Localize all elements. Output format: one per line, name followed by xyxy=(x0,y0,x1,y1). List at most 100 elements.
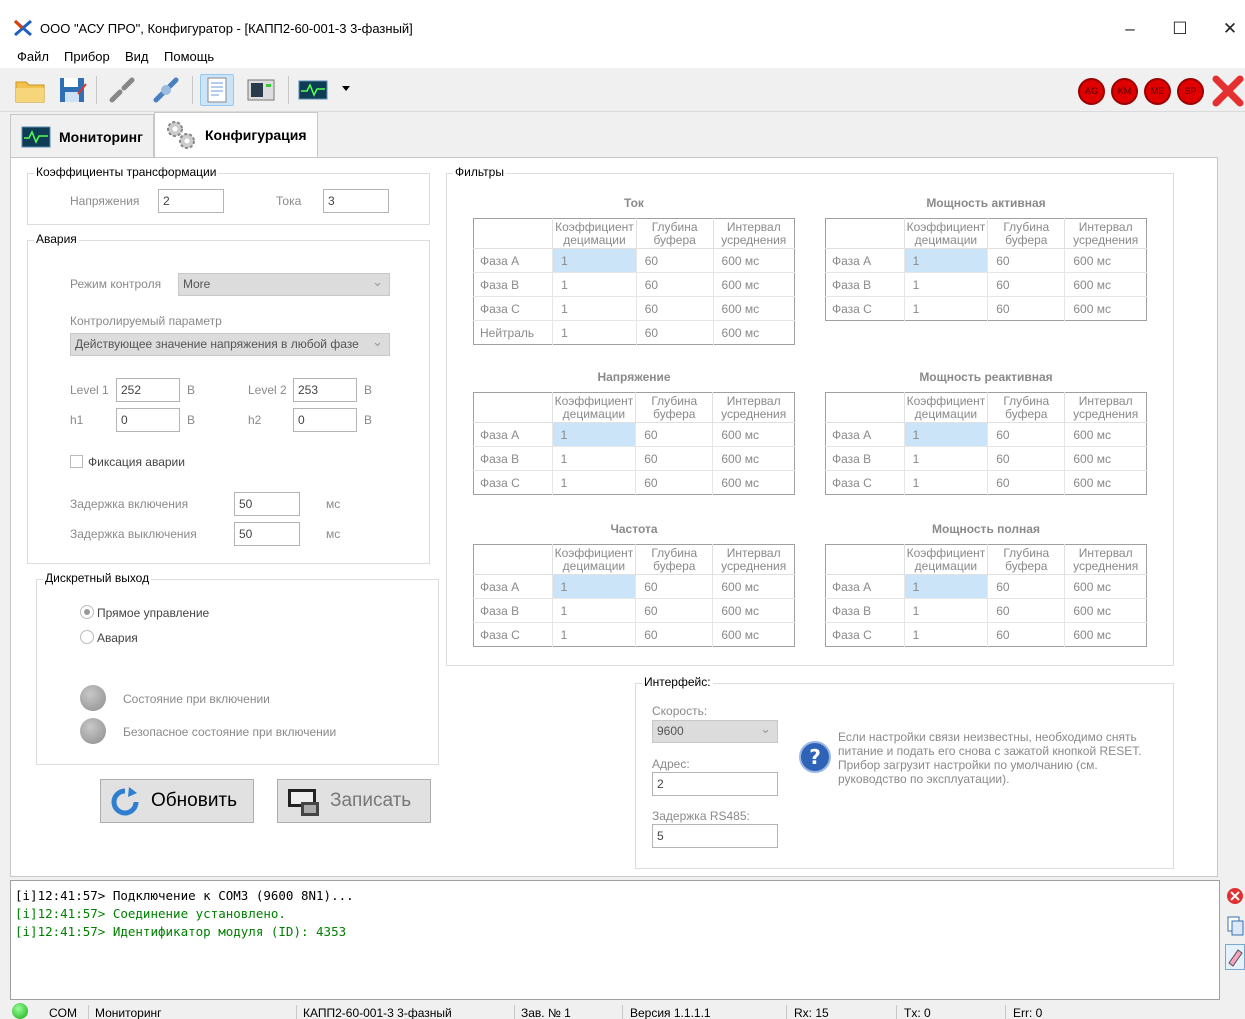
close-window-button[interactable]: ✕ xyxy=(1207,14,1245,44)
filter-interval-cell[interactable]: 600 мс xyxy=(1064,248,1147,273)
filter-decimation-cell[interactable]: 1 xyxy=(552,622,637,647)
write-button[interactable]: Записать xyxy=(277,779,431,823)
filter-interval-cell[interactable]: 600 мс xyxy=(1065,297,1147,321)
filter-depth-cell[interactable]: 60 xyxy=(635,598,714,623)
filter-interval-cell[interactable]: 600 мс xyxy=(1064,272,1147,297)
alarm-mode-radio[interactable] xyxy=(80,630,94,644)
filter-depth-cell[interactable]: 60 xyxy=(987,296,1066,321)
filter-depth-cell[interactable]: 60 xyxy=(987,422,1066,447)
menu-view[interactable]: Вид xyxy=(125,48,149,66)
filter-interval-cell[interactable]: 600 мс xyxy=(713,471,795,495)
filter-decimation-cell[interactable]: 1 xyxy=(904,574,989,599)
address-input[interactable]: 2 xyxy=(652,772,778,796)
filter-decimation-cell[interactable]: 1 xyxy=(904,598,989,623)
refresh-button[interactable]: Обновить xyxy=(100,779,254,823)
erase-log-button[interactable] xyxy=(1225,944,1245,970)
menu-help[interactable]: Помощь xyxy=(164,48,214,66)
tab-monitoring[interactable]: Мониторинг xyxy=(10,114,154,158)
indicator-me[interactable]: ME xyxy=(1144,78,1171,105)
filter-decimation-cell[interactable]: 1 xyxy=(904,296,989,321)
filter-depth-cell[interactable]: 60 xyxy=(636,296,714,321)
filter-interval-cell[interactable]: 600 мс xyxy=(712,422,795,447)
filter-decimation-cell[interactable]: 1 xyxy=(904,248,989,273)
h1-input[interactable]: 0 xyxy=(116,408,180,432)
filter-decimation-cell[interactable]: 1 xyxy=(552,296,637,321)
filter-depth-cell[interactable]: 60 xyxy=(987,574,1066,599)
filter-interval-cell[interactable]: 600 мс xyxy=(1064,598,1147,623)
filter-interval-cell[interactable]: 600 мс xyxy=(713,321,794,345)
filter-decimation-cell[interactable]: 1 xyxy=(552,470,637,495)
filter-depth-cell[interactable]: 60 xyxy=(987,622,1066,647)
filter-depth-cell[interactable]: 60 xyxy=(636,320,714,345)
filter-interval-cell[interactable]: 600 мс xyxy=(713,272,795,297)
filter-depth-cell[interactable]: 60 xyxy=(635,574,714,599)
level2-input[interactable]: 253 xyxy=(293,378,357,402)
filter-decimation-cell[interactable]: 1 xyxy=(552,320,637,345)
tab-configuration[interactable]: Конфигурация xyxy=(154,112,318,158)
filter-interval-cell[interactable]: 600 мс xyxy=(713,248,795,273)
direct-control-radio[interactable] xyxy=(80,605,94,619)
connect-button[interactable] xyxy=(150,74,184,106)
filter-interval-cell[interactable]: 600 мс xyxy=(713,296,795,321)
filter-depth-cell[interactable]: 60 xyxy=(987,446,1066,471)
filter-decimation-cell[interactable]: 1 xyxy=(904,470,989,495)
filter-interval-cell[interactable]: 600 мс xyxy=(712,574,795,599)
off-delay-input[interactable]: 50 xyxy=(234,522,300,546)
dropdown-arrow-icon[interactable] xyxy=(342,86,350,91)
indicator-ag[interactable]: AG xyxy=(1078,78,1105,105)
on-delay-input[interactable]: 50 xyxy=(234,492,300,516)
filter-depth-cell[interactable]: 60 xyxy=(987,598,1066,623)
filter-depth-cell[interactable]: 60 xyxy=(635,446,714,471)
filter-decimation-cell[interactable]: 1 xyxy=(552,446,637,471)
config-view-button[interactable] xyxy=(200,74,234,106)
filter-decimation-cell[interactable]: 1 xyxy=(552,574,637,599)
filter-interval-cell[interactable]: 600 мс xyxy=(713,623,795,647)
level1-input[interactable]: 252 xyxy=(116,378,180,402)
disconnect-button[interactable] xyxy=(106,74,140,106)
filter-interval-cell[interactable]: 600 мс xyxy=(712,446,795,471)
filter-interval-cell[interactable]: 600 мс xyxy=(1065,623,1147,647)
filter-decimation-cell[interactable]: 1 xyxy=(904,272,989,297)
indicator-km[interactable]: KM xyxy=(1111,78,1138,105)
filter-depth-cell[interactable]: 60 xyxy=(636,272,714,297)
filter-interval-cell[interactable]: 600 мс xyxy=(1064,446,1147,471)
monitor-view-button[interactable] xyxy=(296,74,330,106)
voltage-ratio-input[interactable]: 2 xyxy=(158,189,224,213)
filter-depth-cell[interactable]: 60 xyxy=(987,470,1066,495)
filter-decimation-cell[interactable]: 1 xyxy=(904,422,989,447)
filter-interval-cell[interactable]: 600 мс xyxy=(1065,471,1147,495)
h2-input[interactable]: 0 xyxy=(293,408,357,432)
menu-file[interactable]: Файл xyxy=(17,48,49,66)
filter-decimation-cell[interactable]: 1 xyxy=(904,622,989,647)
filter-interval-cell[interactable]: 600 мс xyxy=(712,598,795,623)
filter-depth-cell[interactable]: 60 xyxy=(635,470,714,495)
filter-depth-cell[interactable]: 60 xyxy=(987,272,1066,297)
menu-device[interactable]: Прибор xyxy=(64,48,110,66)
fix-alarm-checkbox[interactable] xyxy=(70,455,83,468)
filter-decimation-cell[interactable]: 1 xyxy=(552,272,637,297)
panel-view-button[interactable] xyxy=(244,74,278,106)
control-mode-select[interactable]: More xyxy=(178,271,390,296)
rs485-delay-input[interactable]: 5 xyxy=(652,824,778,848)
save-file-button[interactable] xyxy=(56,74,90,106)
current-ratio-input[interactable]: 3 xyxy=(323,189,389,213)
filter-decimation-cell[interactable]: 1 xyxy=(552,248,637,273)
clear-log-button[interactable] xyxy=(1225,884,1245,910)
open-file-button[interactable] xyxy=(14,74,48,106)
filter-depth-cell[interactable]: 60 xyxy=(636,248,714,273)
controlled-param-select[interactable]: Действующее значение напряжения в любой … xyxy=(70,331,390,356)
minimize-button[interactable]: – xyxy=(1107,14,1153,44)
maximize-button[interactable]: ☐ xyxy=(1157,14,1203,44)
copy-log-button[interactable] xyxy=(1225,914,1245,940)
indicator-sp[interactable]: SP xyxy=(1177,78,1204,105)
filter-decimation-cell[interactable]: 1 xyxy=(552,422,637,447)
filter-depth-cell[interactable]: 60 xyxy=(987,248,1066,273)
filter-decimation-cell[interactable]: 1 xyxy=(552,598,637,623)
filter-decimation-cell[interactable]: 1 xyxy=(904,446,989,471)
speed-select[interactable]: 9600 xyxy=(652,718,778,743)
filter-interval-cell[interactable]: 600 мс xyxy=(1064,574,1147,599)
filter-depth-cell[interactable]: 60 xyxy=(635,422,714,447)
filter-interval-cell[interactable]: 600 мс xyxy=(1064,422,1147,447)
filter-depth-cell[interactable]: 60 xyxy=(635,622,714,647)
exit-x-icon[interactable] xyxy=(1211,74,1245,108)
